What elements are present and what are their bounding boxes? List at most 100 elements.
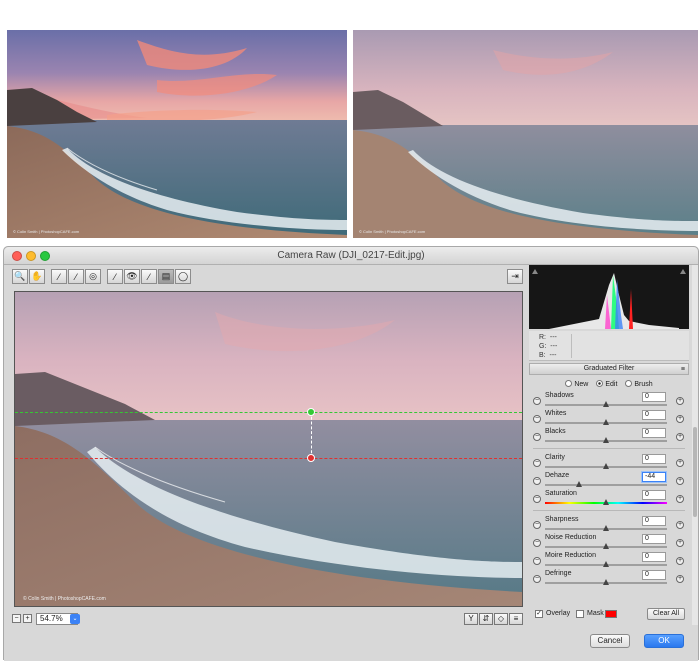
decrease-icon[interactable]: −: [533, 539, 541, 547]
dialog-footer: Cancel OK: [4, 629, 698, 661]
radial-filter-tool-icon[interactable]: ◯: [175, 269, 191, 284]
tool-bar: 🔍 ✋ ⁄ ⁄ ◎ ⁄ 👁 ⁄ ▤ ◯: [12, 269, 191, 285]
cancel-button[interactable]: Cancel: [590, 634, 630, 648]
shadow-clipping-icon[interactable]: [532, 268, 538, 274]
histogram: [529, 265, 689, 329]
increase-icon[interactable]: +: [676, 397, 684, 405]
whites-value-field[interactable]: 0: [642, 410, 666, 420]
decrease-icon[interactable]: −: [533, 495, 541, 503]
panel-header: Graduated Filter ≡: [529, 363, 689, 375]
filter-start-pin[interactable]: [307, 408, 315, 416]
decrease-icon[interactable]: −: [533, 521, 541, 529]
window-title: Camera Raw (DJI_0217-Edit.jpg): [277, 250, 425, 261]
color-sampler-tool-icon[interactable]: ⁄: [68, 269, 84, 284]
increase-icon[interactable]: +: [676, 433, 684, 441]
before-after-icon[interactable]: Y: [464, 613, 478, 625]
mode-brush-radio[interactable]: Brush: [625, 380, 653, 388]
increase-icon[interactable]: +: [676, 477, 684, 485]
slider-dehaze[interactable]: − Dehaze -44 +: [529, 471, 689, 489]
targeted-adjustment-tool-icon[interactable]: ◎: [85, 269, 101, 284]
shadows-value-field[interactable]: 0: [642, 392, 666, 402]
decrease-icon[interactable]: −: [533, 477, 541, 485]
mask-color-swatch[interactable]: [605, 610, 617, 618]
zoom-out-button[interactable]: −: [12, 614, 21, 623]
g-readout: G: ---: [539, 343, 558, 350]
graduated-filter-start-line[interactable]: [15, 412, 522, 413]
panel-menu-icon[interactable]: ≡: [681, 365, 685, 375]
noise-reduction-value-field[interactable]: 0: [642, 534, 666, 544]
slider-whites[interactable]: − Whites 0 +: [529, 409, 689, 427]
mask-checkbox[interactable]: [576, 610, 584, 618]
filter-end-pin[interactable]: [307, 454, 315, 462]
defringe-value-field[interactable]: 0: [642, 570, 666, 580]
increase-icon[interactable]: +: [676, 575, 684, 583]
open-preferences-icon[interactable]: ⇥: [507, 269, 523, 284]
panel-scrollbar[interactable]: [692, 265, 698, 625]
saturation-value-field[interactable]: 0: [642, 490, 666, 500]
red-eye-tool-icon[interactable]: 👁: [124, 269, 140, 284]
slider-clarity[interactable]: − Clarity 0 +: [529, 453, 689, 471]
graduated-filter-tool-icon[interactable]: ▤: [158, 269, 174, 284]
clarity-value-field[interactable]: 0: [642, 454, 666, 464]
slider-saturation[interactable]: − Saturation 0 +: [529, 489, 689, 507]
white-balance-tool-icon[interactable]: ⁄: [51, 269, 67, 284]
scrollbar-thumb[interactable]: [693, 427, 697, 517]
graduated-filter-end-line[interactable]: [15, 458, 522, 459]
photo-credit: © Colin Smith | PhotoshopCAFE.com: [359, 229, 426, 234]
increase-icon[interactable]: +: [676, 521, 684, 529]
after-beach-image: [353, 30, 698, 238]
decrease-icon[interactable]: −: [533, 459, 541, 467]
overlay-checkbox[interactable]: ✓: [535, 610, 543, 618]
decrease-icon[interactable]: −: [533, 415, 541, 423]
decrease-icon[interactable]: −: [533, 575, 541, 583]
mode-edit-radio[interactable]: Edit: [596, 380, 617, 388]
filter-mode-group: New Edit Brush: [529, 378, 689, 390]
decrease-icon[interactable]: −: [533, 557, 541, 565]
graduated-filter-axis[interactable]: [311, 412, 312, 458]
r-readout: R: ---: [539, 334, 557, 341]
copy-settings-icon[interactable]: ◇: [494, 613, 508, 625]
slider-shadows[interactable]: − Shadows 0 +: [529, 391, 689, 409]
toggle-view-icon[interactable]: ≡: [509, 613, 523, 625]
mode-new-radio[interactable]: New: [565, 380, 588, 388]
overlay-label: Overlay: [546, 610, 571, 617]
moire-reduction-value-field[interactable]: 0: [642, 552, 666, 562]
clear-all-button[interactable]: Clear All: [647, 608, 685, 620]
slider-noise-reduction[interactable]: − Noise Reduction 0 +: [529, 533, 689, 551]
increase-icon[interactable]: +: [676, 415, 684, 423]
before-beach-image: [7, 30, 347, 238]
slider-list: − Shadows 0 + − Whites 0 + − Blacks 0 + …: [529, 391, 689, 631]
sharpness-value-field[interactable]: 0: [642, 516, 666, 526]
photo-credit: © Colin Smith | PhotoshopCAFE.com: [13, 229, 80, 234]
slider-sharpness[interactable]: − Sharpness 0 +: [529, 515, 689, 533]
rgb-readout: R: --- G: --- B: ---: [529, 331, 689, 361]
ok-button[interactable]: OK: [644, 634, 684, 648]
blacks-value-field[interactable]: 0: [642, 428, 666, 438]
decrease-icon[interactable]: −: [533, 397, 541, 405]
dehaze-value-field[interactable]: -44: [642, 472, 666, 482]
zoom-in-button[interactable]: +: [23, 614, 32, 623]
increase-icon[interactable]: +: [676, 495, 684, 503]
camera-raw-window: Camera Raw (DJI_0217-Edit.jpg) 🔍 ✋ ⁄ ⁄ ◎…: [3, 246, 699, 661]
hand-tool-icon[interactable]: ✋: [29, 269, 45, 284]
slider-moire-reduction[interactable]: − Moire Reduction 0 +: [529, 551, 689, 569]
highlight-clipping-icon[interactable]: [680, 268, 686, 274]
histogram-graph: [549, 273, 679, 329]
increase-icon[interactable]: +: [676, 459, 684, 467]
swap-settings-icon[interactable]: ⇵: [479, 613, 493, 625]
before-photo: © Colin Smith | PhotoshopCAFE.com: [7, 30, 347, 238]
adjustment-brush-tool-icon[interactable]: ⁄: [141, 269, 157, 284]
title-bar[interactable]: Camera Raw (DJI_0217-Edit.jpg): [4, 247, 698, 265]
preview-credit: © Colin Smith | PhotoshopCAFE.com: [23, 596, 106, 602]
increase-icon[interactable]: +: [676, 557, 684, 565]
decrease-icon[interactable]: −: [533, 433, 541, 441]
mask-label: Mask: [587, 610, 604, 617]
slider-defringe[interactable]: − Defringe 0 +: [529, 569, 689, 587]
zoom-tool-icon[interactable]: 🔍: [12, 269, 28, 284]
slider-blacks[interactable]: − Blacks 0 +: [529, 427, 689, 445]
image-preview[interactable]: © Colin Smith | PhotoshopCAFE.com: [14, 291, 523, 607]
straighten-tool-icon[interactable]: ⁄: [107, 269, 123, 284]
zoom-dropdown-icon[interactable]: ⌄: [70, 614, 80, 624]
b-readout: B: ---: [539, 352, 557, 359]
increase-icon[interactable]: +: [676, 539, 684, 547]
